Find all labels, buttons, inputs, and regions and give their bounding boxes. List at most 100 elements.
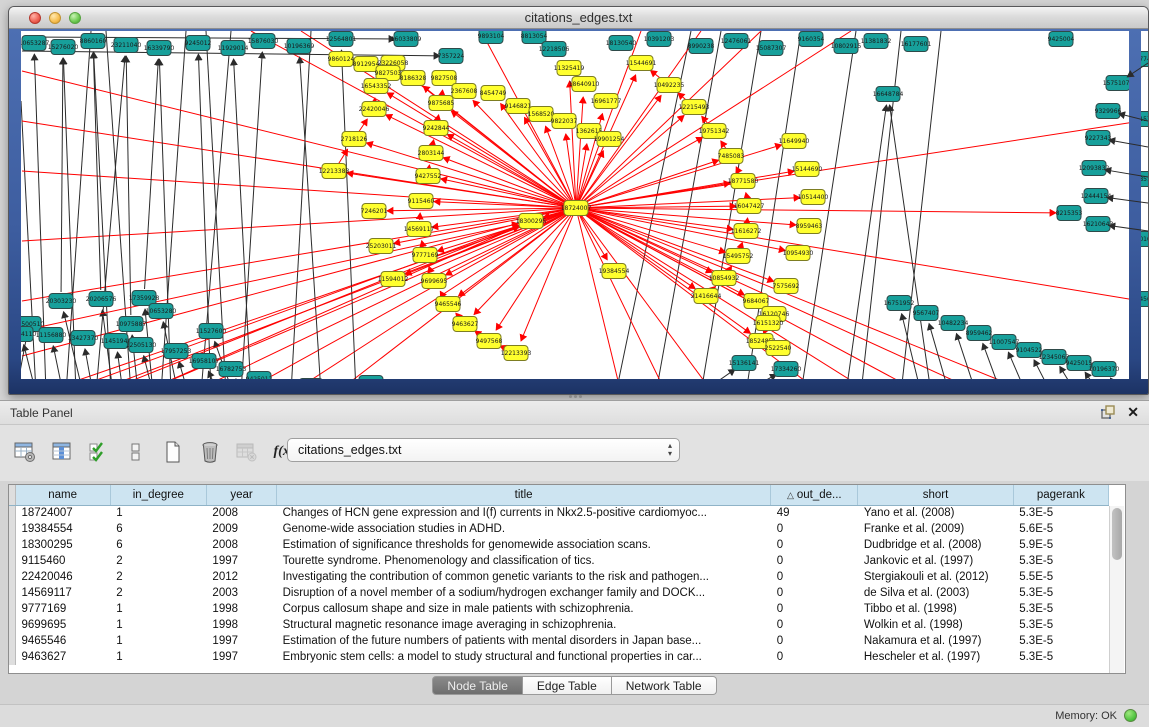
graph-node[interactable]	[756, 316, 780, 331]
graph-node[interactable]	[1082, 161, 1106, 176]
graph-node[interactable]	[381, 272, 405, 287]
graph-node[interactable]	[401, 71, 425, 86]
graph-node[interactable]	[732, 356, 756, 371]
graph-node[interactable]	[362, 102, 386, 117]
graph-node[interactable]	[147, 41, 171, 56]
graph-node[interactable]	[219, 362, 243, 377]
graph-node[interactable]	[413, 248, 437, 263]
window-titlebar[interactable]: citations_edges.txt	[9, 7, 1148, 29]
graph-node[interactable]	[737, 199, 761, 214]
import-table-icon[interactable]	[234, 437, 260, 467]
graph-node[interactable]	[542, 42, 566, 57]
graph-node[interactable]	[164, 344, 188, 359]
graph-node[interactable]	[914, 306, 938, 321]
graph-node[interactable]	[522, 29, 546, 44]
graph-node[interactable]	[795, 162, 819, 177]
graph-node[interactable]	[416, 169, 440, 184]
graph-node[interactable]	[119, 317, 143, 332]
graph-node[interactable]	[1086, 217, 1110, 232]
graph-node[interactable]	[287, 39, 311, 54]
row-height-icon[interactable]	[123, 437, 149, 467]
graph-node[interactable]	[1049, 32, 1073, 47]
graph-node[interactable]	[629, 381, 653, 396]
table-scrollbar[interactable]	[1109, 506, 1124, 673]
graph-node[interactable]	[572, 77, 596, 92]
graph-node[interactable]	[394, 32, 418, 47]
tab-network-table[interactable]: Network Table	[612, 676, 717, 695]
graph-node[interactable]	[992, 335, 1016, 350]
graph-node[interactable]	[801, 190, 825, 205]
graph-node[interactable]	[89, 292, 113, 307]
graph-node[interactable]	[602, 264, 626, 279]
table-row[interactable]: 2242004622012Investigating the contribut…	[9, 569, 1109, 585]
table-row[interactable]: 1938455462009Genome-wide association stu…	[9, 521, 1109, 537]
graph-node[interactable]	[419, 146, 443, 161]
graph-node[interactable]	[689, 39, 713, 54]
table-row[interactable]: 946362711997Embryonic stem cells: a mode…	[9, 649, 1109, 665]
graph-node[interactable]	[834, 39, 858, 54]
table-scrollbar-thumb[interactable]	[1112, 508, 1122, 560]
graph-node[interactable]	[251, 34, 275, 49]
graph-node[interactable]	[1017, 343, 1041, 358]
graph-node[interactable]	[724, 34, 748, 49]
graph-node[interactable]	[192, 354, 216, 369]
column-header-title[interactable]: title	[277, 485, 771, 505]
graph-node[interactable]	[439, 49, 463, 64]
graph-node[interactable]	[726, 249, 750, 264]
graph-node[interactable]	[329, 52, 353, 67]
graph-node[interactable]	[552, 114, 576, 129]
column-header-name[interactable]: name	[15, 485, 110, 505]
graph-node[interactable]	[199, 324, 223, 339]
graph-node[interactable]	[719, 149, 743, 164]
graph-node[interactable]	[774, 362, 798, 377]
graph-node[interactable]	[734, 224, 758, 239]
graph-node[interactable]	[81, 34, 105, 49]
graph-node[interactable]	[774, 279, 798, 294]
graph-node[interactable]	[129, 338, 153, 353]
graph-node[interactable]	[782, 134, 806, 149]
graph-node[interactable]	[9, 327, 33, 342]
graph-node[interactable]	[354, 57, 378, 72]
graph-node[interactable]	[506, 99, 530, 114]
graph-node[interactable]	[453, 317, 477, 332]
graph-node[interactable]	[299, 379, 323, 394]
column-header-short[interactable]: short	[858, 485, 1013, 505]
table-row[interactable]: 977716911998Corpus callosum shape and si…	[9, 601, 1109, 617]
graph-node[interactable]	[759, 41, 783, 56]
graph-node[interactable]	[702, 124, 726, 139]
graph-node[interactable]	[1096, 104, 1120, 119]
table-select-dropdown[interactable]: citations_edges.txt ▴▾	[287, 438, 680, 462]
column-visibility-icon[interactable]	[49, 437, 75, 467]
tab-edge-table[interactable]: Edge Table	[523, 676, 612, 695]
table-row[interactable]: 1456911722003Disruption of a novel membe…	[9, 585, 1109, 601]
graph-node[interactable]	[682, 100, 706, 115]
select-all-rows-icon[interactable]	[86, 437, 112, 467]
divider-grip-icon[interactable]	[566, 395, 584, 400]
graph-node[interactable]	[247, 372, 271, 387]
graph-node[interactable]	[712, 271, 736, 286]
tab-node-table[interactable]: Node Table	[432, 676, 523, 695]
graph-node[interactable]	[359, 376, 383, 391]
float-panel-icon[interactable]	[1100, 405, 1115, 419]
graph-node[interactable]	[452, 84, 476, 99]
close-panel-icon[interactable]: ✕	[1127, 404, 1139, 420]
graph-node[interactable]	[657, 78, 681, 93]
graph-node[interactable]	[766, 341, 790, 356]
new-table-icon[interactable]	[160, 437, 186, 467]
graph-node[interactable]	[407, 222, 431, 237]
column-header-pagerank[interactable]: pagerank	[1013, 485, 1108, 505]
graph-node[interactable]	[1042, 350, 1066, 365]
graph-node[interactable]	[1106, 76, 1130, 91]
column-header-in_degree[interactable]: in_degree	[110, 485, 206, 505]
graph-node[interactable]	[429, 96, 453, 111]
graph-node[interactable]	[1135, 232, 1149, 247]
graph-node[interactable]	[887, 296, 911, 311]
table-settings-icon[interactable]	[12, 437, 38, 467]
graph-node[interactable]	[694, 289, 718, 304]
table-row[interactable]: 1872400712008Changes of HCN gene express…	[9, 505, 1109, 521]
graph-node[interactable]	[941, 316, 965, 331]
delete-table-icon[interactable]	[197, 437, 223, 467]
graph-node[interactable]	[967, 326, 991, 341]
graph-node[interactable]	[362, 204, 386, 219]
graph-node[interactable]	[689, 384, 713, 396]
